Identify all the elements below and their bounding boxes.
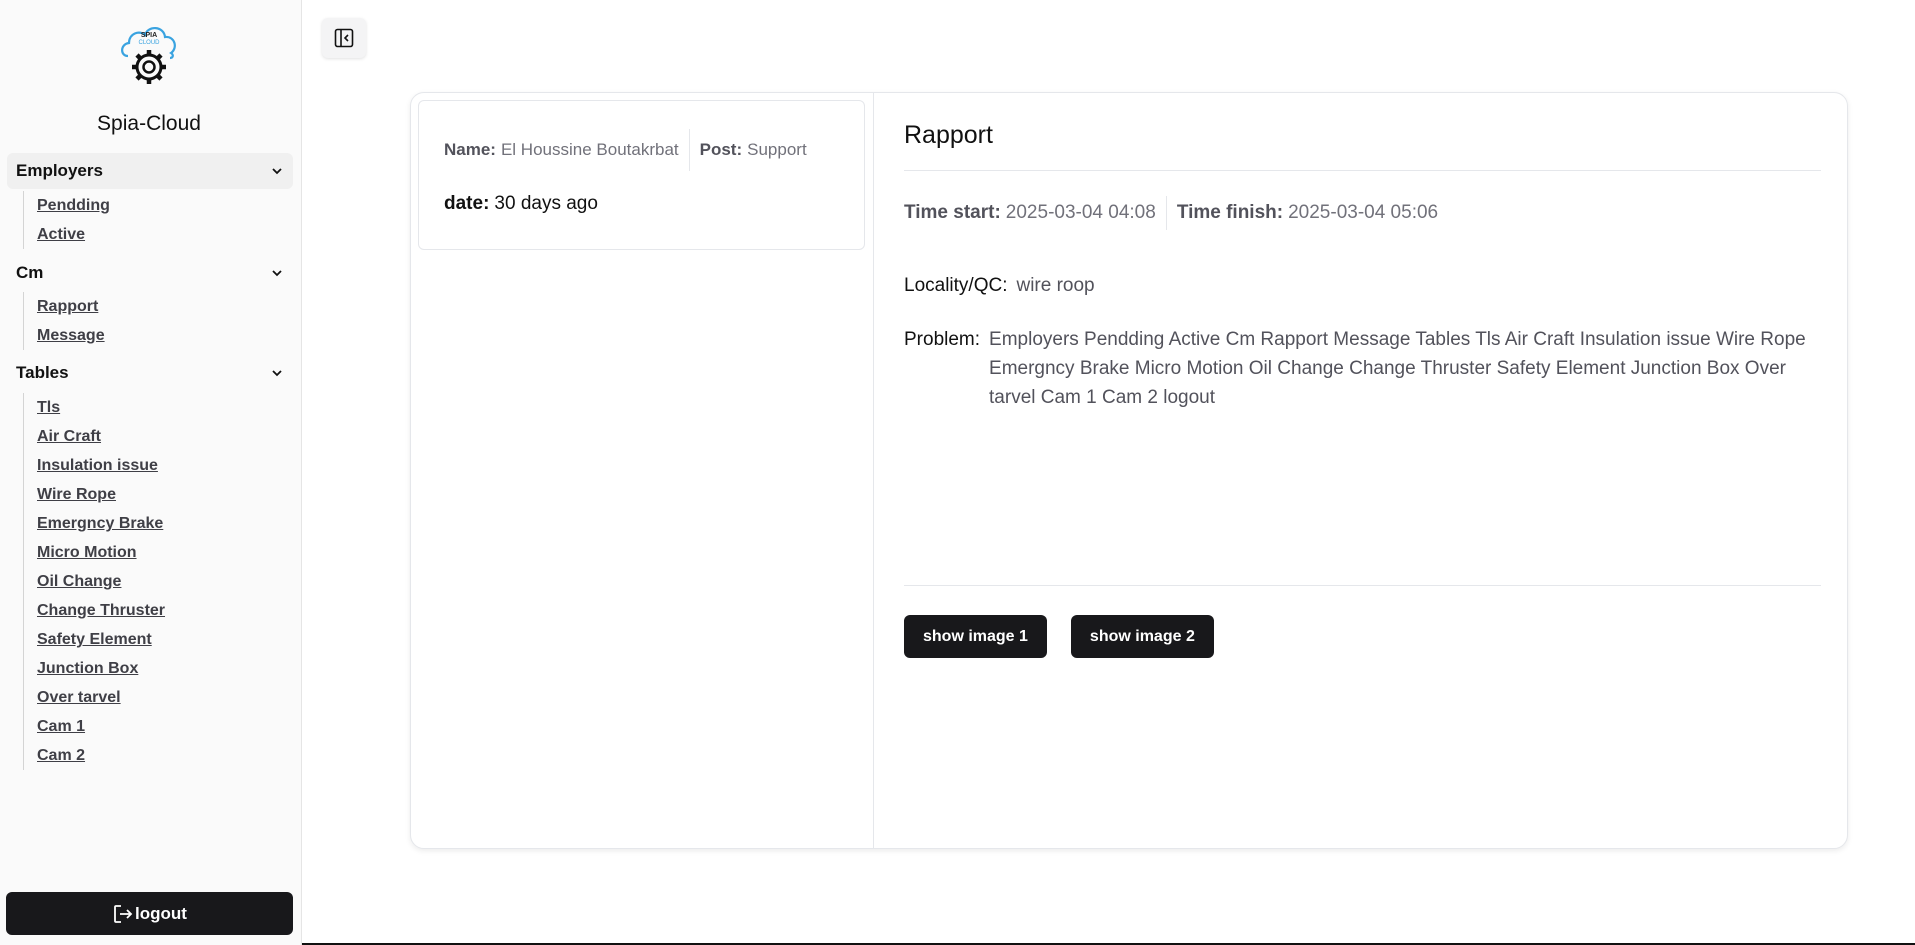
time-start-label: Time start: xyxy=(904,202,1001,223)
nav-group-employers[interactable]: Employers xyxy=(7,153,293,189)
nav-item-junction-box[interactable]: Junction Box xyxy=(37,654,165,683)
sidebar-toggle-button[interactable] xyxy=(322,18,366,58)
sidebar: SPIA CLOUD Spia-Cloud Employers Pendding… xyxy=(0,0,302,945)
report-column: Rapport Time start: 2025-03-04 04:08 Tim… xyxy=(904,93,1821,848)
nav-sub-cm: Rapport Message xyxy=(23,292,105,350)
nav-item-rapport[interactable]: Rapport xyxy=(37,292,105,321)
employee-info-row: Name: El Houssine Boutakrbat Post: Suppo… xyxy=(444,129,807,171)
nav-item-cam-2[interactable]: Cam 2 xyxy=(37,741,165,770)
nav-item-safety-element[interactable]: Safety Element xyxy=(37,625,165,654)
logout-label: logout xyxy=(135,903,187,923)
logo-text-top: SPIA xyxy=(141,32,157,39)
cloud-gear-logo: SPIA CLOUD xyxy=(121,27,176,84)
name-value: El Houssine Boutakrbat xyxy=(500,140,679,159)
problem-label: Problem: xyxy=(904,329,981,350)
nav-group-label: Cm xyxy=(16,263,44,282)
chevron-down-icon xyxy=(272,370,282,377)
divider xyxy=(1165,196,1167,230)
nav-item-change-thruster[interactable]: Change Thruster xyxy=(37,596,165,625)
nav-item-air-craft[interactable]: Air Craft xyxy=(37,422,165,451)
show-image-2-button[interactable]: show image 2 xyxy=(1070,615,1214,658)
image-buttons: show image 1 show image 2 xyxy=(904,615,1214,658)
divider xyxy=(688,129,690,171)
chevron-down-icon xyxy=(272,168,282,175)
post-value: Support xyxy=(747,140,807,159)
nav-sub-employers: Pendding Active xyxy=(23,191,110,249)
nav-item-emergncy-brake[interactable]: Emergncy Brake xyxy=(37,509,165,538)
time-row: Time start: 2025-03-04 04:08 Time finish… xyxy=(904,196,1438,230)
nav-item-active[interactable]: Active xyxy=(37,220,110,249)
nav-item-oil-change[interactable]: Oil Change xyxy=(37,567,165,596)
nav-item-micro-motion[interactable]: Micro Motion xyxy=(37,538,165,567)
report-card: Name: El Houssine Boutakrbat Post: Suppo… xyxy=(410,92,1848,849)
date-label: date: xyxy=(444,193,490,214)
problem-row: Problem: Employers Pendding Active Cm Ra… xyxy=(904,325,1821,412)
report-title: Rapport xyxy=(904,121,993,149)
logout-icon xyxy=(114,904,133,923)
nav-item-cam-1[interactable]: Cam 1 xyxy=(37,712,165,741)
locality-label: Locality/QC: xyxy=(904,275,1008,296)
nav-group-tables[interactable]: Tables xyxy=(7,355,293,391)
logo-text-bottom: CLOUD xyxy=(138,40,160,46)
post-label: Post: xyxy=(699,140,743,159)
nav-item-pendding[interactable]: Pendding xyxy=(37,191,110,220)
divider xyxy=(904,585,1821,586)
nav-item-insulation-issue[interactable]: Insulation issue xyxy=(37,451,165,480)
nav-item-wire-rope[interactable]: Wire Rope xyxy=(37,480,165,509)
nav-item-over-tarvel[interactable]: Over tarvel xyxy=(37,683,165,712)
nav-item-tls[interactable]: Tls xyxy=(37,393,165,422)
nav-item-message[interactable]: Message xyxy=(37,321,105,350)
employee-column: Name: El Houssine Boutakrbat Post: Suppo… xyxy=(411,93,874,848)
logout-button[interactable]: logout xyxy=(6,892,293,935)
app-root: SPIA CLOUD Spia-Cloud Employers Pendding… xyxy=(0,0,1915,945)
employee-info-box: Name: El Houssine Boutakrbat Post: Suppo… xyxy=(418,100,865,250)
chevron-down-icon xyxy=(272,270,282,277)
time-finish-value: 2025-03-04 05:06 xyxy=(1288,202,1439,223)
nav-sub-tables: Tls Air Craft Insulation issue Wire Rope… xyxy=(23,393,165,770)
nav-group-label: Employers xyxy=(16,161,103,180)
nav-group-cm[interactable]: Cm xyxy=(7,255,293,291)
name-label: Name: xyxy=(444,140,496,159)
time-finish-label: Time finish: xyxy=(1176,202,1284,223)
date-row: date: 30 days ago xyxy=(444,193,598,215)
date-value: 30 days ago xyxy=(494,193,598,214)
problem-value: Employers Pendding Active Cm Rapport Mes… xyxy=(989,329,1806,408)
divider xyxy=(904,170,1821,171)
sidebar-toggle-icon xyxy=(334,28,354,48)
brand-name: Spia-Cloud xyxy=(97,112,201,135)
show-image-1-button[interactable]: show image 1 xyxy=(904,615,1047,658)
locality-row: Locality/QC: wire roop xyxy=(904,275,1095,297)
locality-value: wire roop xyxy=(1016,275,1095,296)
nav-group-label: Tables xyxy=(16,363,69,382)
time-start-value: 2025-03-04 04:08 xyxy=(1005,202,1156,223)
